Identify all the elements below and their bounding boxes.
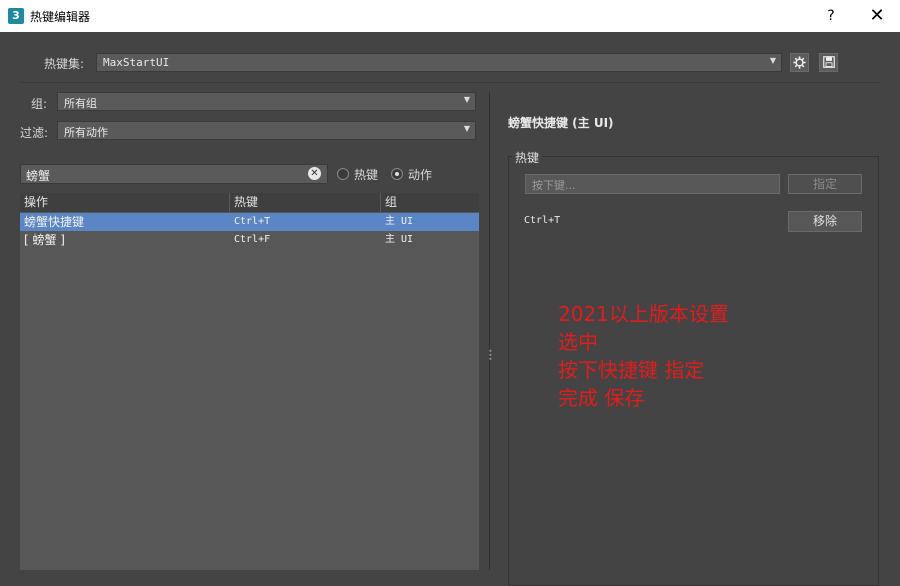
actions-table: 操作 热键 组 螃蟹快捷键 Ctrl+T 主 UI [ 螃蟹 ] Ctrl+F … [20,193,479,570]
hotkey-set-label: 热键集: [44,57,85,71]
hotkey-input-placeholder: 按下键... [532,179,576,192]
assign-button[interactable]: 指定 [788,174,862,194]
table-row[interactable]: 螃蟹快捷键 Ctrl+T 主 UI [20,213,479,231]
radio-hotkey[interactable] [337,168,349,180]
remove-button[interactable]: 移除 [788,211,862,232]
panel-splitter[interactable] [489,92,490,570]
divider [20,82,880,83]
save-icon [822,56,835,68]
detail-title: 螃蟹快捷键 (主 UI) [508,116,614,130]
table-row[interactable]: [ 螃蟹 ] Ctrl+F 主 UI [20,231,479,249]
row-group: 主 UI [385,234,414,245]
annotation-line: 选中 [558,330,598,354]
group-value: 所有组 [64,97,97,110]
search-value: 螃蟹 [26,169,51,183]
save-button[interactable] [819,53,838,72]
annotation-line: 完成 保存 [558,386,645,410]
chevron-down-icon: ▼ [463,95,470,104]
filter-label: 过滤: [20,126,49,140]
hotkey-set-value: MaxStartUI [103,56,170,69]
gear-icon [793,56,806,69]
filter-dropdown[interactable]: 所有动作 ▼ [57,121,476,140]
column-header-hotkey[interactable]: 热键 [230,193,381,212]
annotation-line: 2021以上版本设置 [558,302,729,326]
help-button[interactable]: ? [816,4,846,28]
settings-button[interactable] [790,53,809,72]
table-header: 操作 热键 组 [20,193,479,212]
row-hotkey: Ctrl+T [234,216,271,227]
annotation-line: 按下快捷键 指定 [558,358,705,382]
clear-search-icon[interactable]: ✕ [308,167,321,180]
row-group: 主 UI [385,216,414,227]
row-hotkey: Ctrl+F [234,234,271,245]
group-dropdown[interactable]: 所有组 ▼ [57,92,476,111]
row-action: [ 螃蟹 ] [24,233,65,247]
search-input[interactable]: 螃蟹 ✕ [20,164,328,184]
radio-action[interactable] [391,168,403,180]
chevron-down-icon: ▼ [463,124,470,133]
chevron-down-icon: ▼ [769,56,776,65]
app-icon: 3 [8,8,24,24]
title-bar: 3 热键编辑器 ? ✕ [0,0,900,32]
filter-value: 所有动作 [64,126,108,139]
close-button[interactable]: ✕ [862,4,892,28]
radio-action-label: 动作 [408,168,433,182]
column-header-group[interactable]: 组 [381,193,479,212]
column-header-action[interactable]: 操作 [20,193,230,212]
window-title: 热键编辑器 [30,10,91,24]
assigned-hotkey: Ctrl+T [524,215,561,226]
hotkey-set-dropdown[interactable]: MaxStartUI ▼ [96,53,782,72]
group-label: 组: [31,97,48,111]
hotkey-capture-input[interactable]: 按下键... [525,174,780,194]
splitter-grip-icon[interactable]: • • • [488,348,493,364]
radio-hotkey-label: 热键 [354,168,379,182]
hotkey-group-label: 热键 [512,149,543,166]
row-action: 螃蟹快捷键 [24,215,85,229]
